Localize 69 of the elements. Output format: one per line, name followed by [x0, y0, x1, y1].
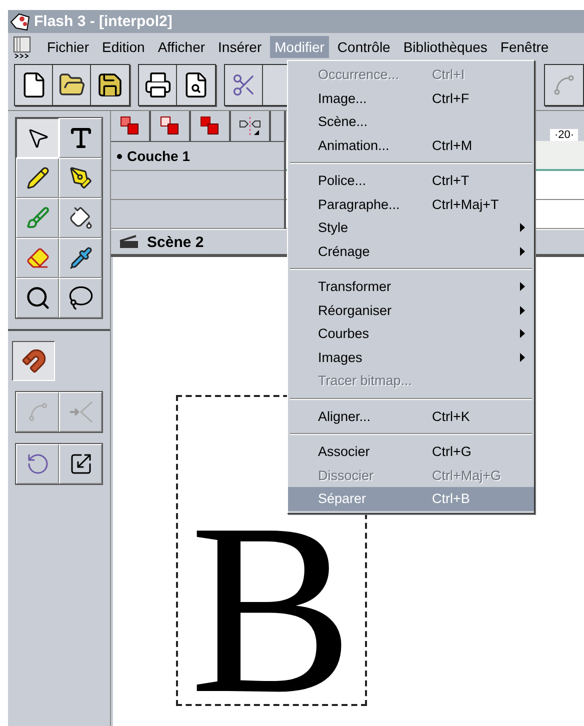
magnifier-button[interactable]: [16, 278, 59, 318]
menu-bar-item[interactable]: Fichier: [42, 36, 94, 58]
magnet-icon: [20, 348, 46, 374]
layers-icon: [160, 116, 180, 136]
stage-text: B: [190, 522, 354, 694]
menu-item[interactable]: Scène...: [288, 110, 534, 134]
smooth-curve-icon: [552, 73, 576, 97]
brush-icon: [26, 206, 50, 230]
layers-icon: [200, 116, 220, 136]
straighten-icon: [68, 401, 92, 423]
menu-item[interactable]: Transformer: [288, 275, 534, 298]
layer-name[interactable]: Couche 1: [127, 148, 190, 164]
rotate-button[interactable]: [16, 444, 59, 484]
cut-button[interactable]: [225, 65, 263, 105]
save-icon: [96, 71, 124, 99]
save-button[interactable]: [91, 65, 129, 105]
menu-item[interactable]: Image... Ctrl+F: [288, 86, 534, 110]
menu-item[interactable]: Aligner... Ctrl+K: [288, 404, 534, 428]
text-tool-button[interactable]: [59, 118, 102, 158]
bullet-icon: [117, 154, 122, 158]
menu-bar-item[interactable]: Bibliothèques: [398, 36, 492, 58]
menu-bar-item[interactable]: Insérer: [213, 36, 267, 58]
menu-item[interactable]: Associer Ctrl+G: [288, 440, 534, 464]
scissors-icon: [230, 72, 256, 98]
paint-bucket-icon: [68, 206, 92, 230]
paint-bucket-button[interactable]: [59, 198, 102, 238]
menu-bar-item[interactable]: Edition: [97, 36, 150, 58]
window-title: Flash 3 - [interpol2]: [34, 13, 172, 30]
print-preview-button[interactable]: [177, 65, 215, 105]
eyedropper-icon: [68, 246, 92, 270]
scale-icon: [68, 452, 92, 476]
menu-bar-item[interactable]: Fenêtre: [495, 36, 554, 58]
scale-button[interactable]: [59, 444, 102, 484]
menu-item[interactable]: Crénage: [288, 240, 534, 263]
eraser-icon: [26, 246, 50, 270]
print-button[interactable]: [139, 65, 177, 105]
menu-bar-item[interactable]: Afficher: [152, 36, 210, 58]
scene-name: Scène 2: [147, 234, 204, 250]
snap-magnet-button[interactable]: [12, 341, 55, 381]
menu-bar-item[interactable]: Contrôle: [332, 36, 396, 58]
menu-item[interactable]: Police... Ctrl+T: [288, 169, 534, 192]
lasso-button[interactable]: [59, 278, 102, 318]
eraser-button[interactable]: [16, 238, 59, 278]
printer-icon: [144, 71, 172, 99]
brush-button[interactable]: [16, 198, 59, 238]
onion-skin-icon: [239, 116, 261, 136]
pen-icon: [68, 166, 92, 190]
arrow-tool-button[interactable]: [16, 118, 59, 158]
rotate-icon: [26, 452, 50, 476]
menu-item[interactable]: Images: [288, 346, 534, 369]
frame-ruler-label: ·20·: [550, 129, 578, 141]
smooth-button[interactable]: [16, 392, 59, 432]
lasso-icon: [68, 285, 94, 311]
open-folder-button[interactable]: [53, 65, 91, 105]
menu-item[interactable]: Courbes: [288, 322, 534, 346]
app-logo-icon: [10, 12, 30, 30]
pencil-icon: [26, 166, 50, 190]
smooth-curve-icon: [26, 401, 48, 423]
straighten-button[interactable]: [59, 392, 102, 432]
menu-item[interactable]: Style: [288, 216, 534, 240]
magnifier-icon: [24, 285, 50, 311]
pencil-button[interactable]: [16, 158, 59, 198]
new-file-button[interactable]: [15, 65, 53, 105]
eyedropper-button[interactable]: [59, 238, 102, 278]
menu-item[interactable]: Animation... Ctrl+M: [288, 134, 534, 157]
clapperboard-icon: [119, 235, 139, 249]
menu-item[interactable]: Réorganiser: [288, 298, 534, 322]
layers-icon: [120, 116, 140, 136]
menu-item[interactable]: Paragraphe... Ctrl+Maj+T: [288, 192, 534, 216]
